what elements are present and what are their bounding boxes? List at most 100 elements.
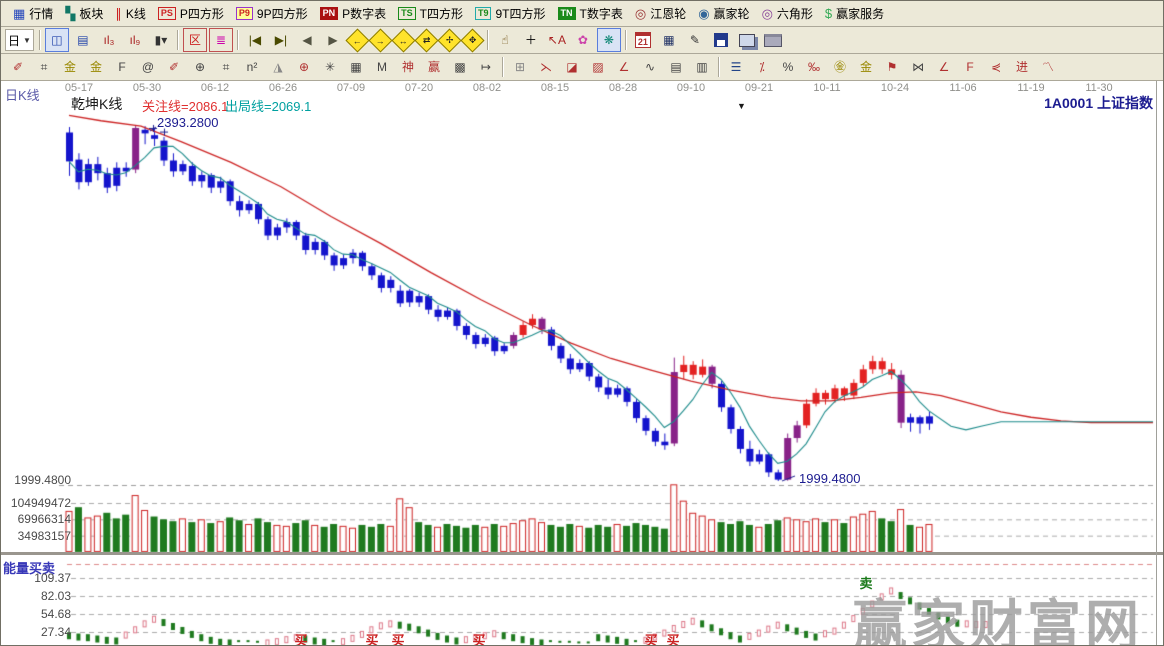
kline-canvas[interactable] — [1, 81, 1163, 645]
line-grid-tool[interactable]: ▤ — [664, 55, 688, 79]
ying-tool[interactable]: 赢 — [422, 55, 446, 79]
calendar-button[interactable]: 21 — [631, 28, 655, 52]
box-icon: ⊞ — [514, 60, 526, 74]
menu-t-square[interactable]: TS T四方形 — [394, 4, 471, 23]
pan-right-button[interactable]: → — [368, 27, 393, 53]
trend-angle-tool[interactable]: ∠ — [612, 55, 636, 79]
ray-fan-tool[interactable]: ⋋ — [534, 55, 558, 79]
gold-square-1-tool[interactable]: 金 — [58, 55, 82, 79]
wave-tool[interactable]: ∿ — [638, 55, 662, 79]
butterfly-tool[interactable]: ⋈ — [906, 55, 930, 79]
toolbar-separator — [486, 30, 489, 50]
buy-signal-label: 买 — [644, 633, 658, 646]
pane-separator[interactable] — [1, 552, 1163, 555]
marker-pen-tool[interactable]: ✐ — [162, 55, 186, 79]
notes-button[interactable]: ✎ — [683, 28, 707, 52]
menu-kline[interactable]: ∥ K线 — [111, 4, 154, 23]
date-tick: 08-02 — [472, 82, 502, 94]
info-panel-button[interactable]: ▤ — [71, 28, 95, 52]
flower-tool-button[interactable]: ✿ — [571, 28, 595, 52]
analysis-button[interactable]: ❋ — [596, 28, 621, 52]
gold-square-2-tool[interactable]: 金 — [84, 55, 108, 79]
menu-winner-wheel[interactable]: ◉ 赢家轮 — [694, 4, 757, 23]
menu-9p-square-label: 9P四方形 — [256, 7, 308, 21]
gold-circle-tool[interactable]: ㊎ — [828, 55, 852, 79]
expand-button[interactable]: ✢ — [437, 27, 462, 53]
permille-tool[interactable]: ‰ — [802, 55, 826, 79]
speed-line-tool[interactable]: ⋞ — [984, 55, 1008, 79]
window-layout-button[interactable]: ◫ — [44, 28, 69, 52]
first-page-button[interactable]: |◀ — [243, 28, 267, 52]
mini-chart-9-button[interactable]: ıl₉ — [123, 28, 147, 52]
hand-tool-button[interactable]: ☝ — [493, 28, 517, 52]
low-price-label: 1999.4800 — [799, 471, 861, 486]
menu-t-number[interactable]: TN T数字表 — [554, 4, 631, 23]
toolbar-separator — [236, 30, 239, 50]
last-page-button[interactable]: ▶| — [269, 28, 293, 52]
f-angle-tool[interactable]: F — [958, 55, 982, 79]
percent-tool[interactable]: % — [776, 55, 800, 79]
move-all-button[interactable]: ✥ — [460, 27, 485, 53]
menu-winner-service[interactable]: $ 赢家服务 — [821, 4, 892, 23]
pan-left-button[interactable]: ← — [345, 27, 370, 53]
flag-candle-tool[interactable]: ⚑ — [880, 55, 904, 79]
blocks-icon: ▚ — [65, 6, 76, 21]
exit-line-label: 出局线=2069.1 — [225, 99, 312, 114]
menu-p-number[interactable]: PN P数字表 — [316, 4, 395, 23]
date-tick: 07-09 — [336, 82, 366, 94]
toolbar-separator — [502, 57, 504, 77]
entry-line-tool[interactable]: 进 — [1010, 55, 1034, 79]
menu-sectors[interactable]: ▚ 板块 — [61, 4, 111, 23]
copy-button[interactable] — [735, 28, 759, 52]
percent-line-tool[interactable]: ⁒ — [750, 55, 774, 79]
menu-gann-wheel[interactable]: ◎ 江恩轮 — [631, 4, 694, 23]
n-square-tool[interactable]: n² — [240, 55, 264, 79]
menu-kline-label: K线 — [125, 7, 146, 21]
box-tool[interactable]: ⊞ — [508, 55, 532, 79]
hatch-tool[interactable]: ⌗ — [32, 55, 56, 79]
angle-fan-tool[interactable]: ◪ — [560, 55, 584, 79]
gold-angle-tool[interactable]: ∠ — [932, 55, 956, 79]
pen-tool[interactable]: ✐ — [6, 55, 30, 79]
cycle-circle-tool[interactable]: ⊕ — [188, 55, 212, 79]
print-button[interactable] — [761, 28, 785, 52]
calculator-button[interactable]: ▦ — [657, 28, 681, 52]
four-angle-tool[interactable]: 〽 — [1036, 55, 1060, 79]
gann-box-tool[interactable]: ▦ — [344, 55, 368, 79]
menu-9p-square[interactable]: P9 9P四方形 — [232, 4, 316, 23]
dense-grid-tool[interactable]: ⌗ — [214, 55, 238, 79]
candle-style-button[interactable]: ▮▾ — [149, 28, 173, 52]
shen-tool[interactable]: 神 — [396, 55, 420, 79]
span-measure-tool[interactable]: ↦ — [474, 55, 498, 79]
gann-circle-tool[interactable]: ⊕ — [292, 55, 316, 79]
spiral-tool[interactable]: @ — [136, 55, 160, 79]
menu-9t-square[interactable]: T9 9T四方形 — [471, 4, 554, 23]
menu-market[interactable]: ▦ 行情 — [9, 4, 61, 23]
menu-hexagon[interactable]: ◎ 六角形 — [758, 4, 821, 23]
stat-bars-tool[interactable]: ☰ — [724, 55, 748, 79]
prev-button[interactable]: ◀ — [295, 28, 319, 52]
qu-kanban-button[interactable]: 区 — [182, 28, 207, 52]
zoom-horizontal-button[interactable]: ↔ — [391, 27, 416, 53]
box-grid-tool[interactable]: ▥ — [690, 55, 714, 79]
zigzag-tool[interactable]: M — [370, 55, 394, 79]
time-grid-tool[interactable]: ▩ — [448, 55, 472, 79]
save-button[interactable] — [709, 28, 733, 52]
mirror-angle-tool[interactable]: ◮ — [266, 55, 290, 79]
distribution-button[interactable]: ≣ — [208, 28, 233, 52]
menu-p-square[interactable]: PS P四方形 — [154, 4, 232, 23]
pointer-label-button[interactable]: ↖A — [545, 28, 569, 52]
next-button[interactable]: ▶ — [321, 28, 345, 52]
menu-winner-service-label: 赢家服务 — [836, 7, 885, 21]
document-icon: ▤ — [77, 33, 89, 47]
ray-star-tool[interactable]: ✳ — [318, 55, 342, 79]
grid-fan-tool[interactable]: ▨ — [586, 55, 610, 79]
cycle-circle-icon: ⊕ — [194, 60, 206, 74]
mini-chart-3-button[interactable]: ıl₃ — [97, 28, 121, 52]
trend-angle-icon: ∠ — [618, 60, 630, 74]
period-selector[interactable]: 日 ▼ — [5, 29, 34, 51]
fibonacci-tool[interactable]: F — [110, 55, 134, 79]
crosshair-button[interactable]: ＋ — [519, 28, 543, 52]
gold-levels-tool[interactable]: 金 — [854, 55, 878, 79]
compress-button[interactable]: ⇄ — [414, 27, 439, 53]
